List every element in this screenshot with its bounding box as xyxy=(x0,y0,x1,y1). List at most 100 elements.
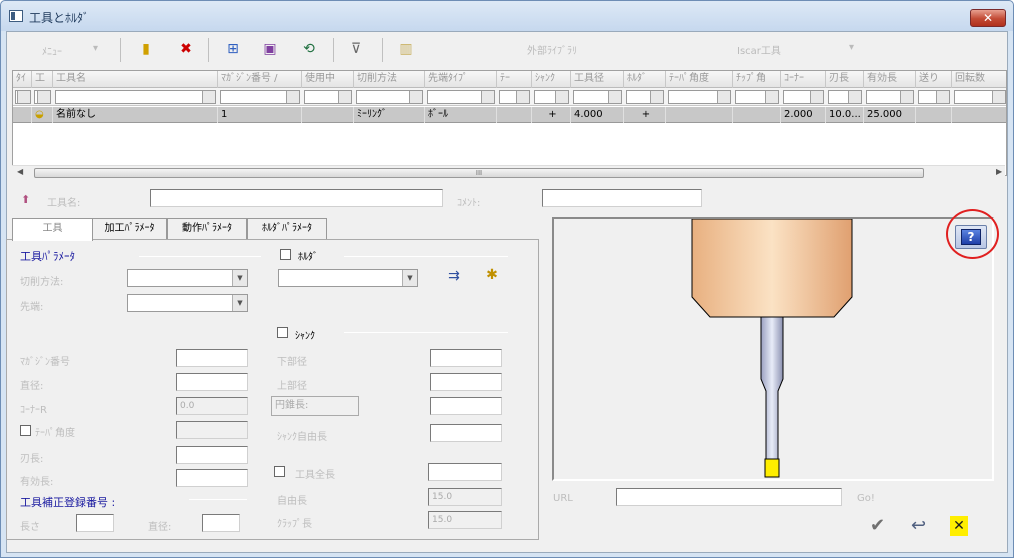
blade-input[interactable] xyxy=(176,446,248,464)
tip-select[interactable]: ▼ xyxy=(127,294,248,312)
corner-input[interactable]: 0.0 xyxy=(176,397,248,415)
tab-tool[interactable]: 工具 xyxy=(12,218,93,241)
taper-checkbox[interactable] xyxy=(20,425,31,436)
col-tip-type[interactable]: 先端ﾀｲﾌﾟ xyxy=(425,71,497,88)
col-chip-angle[interactable]: ﾁｯﾌﾟ角 xyxy=(733,71,781,88)
col-feed[interactable]: 送り xyxy=(916,71,952,88)
table-row[interactable]: ◒ 名前なし 1 ﾐｰﾘﾝｸﾞ ﾎﾞｰﾙ + 4.000 + 2.000 10.… xyxy=(13,107,1006,123)
filter-cell[interactable] xyxy=(866,90,914,104)
col-diameter[interactable]: 工具径 xyxy=(571,71,624,88)
paint-tool-icon[interactable]: ▣ xyxy=(261,40,279,58)
tab-machining-params[interactable]: 加工ﾊﾟﾗﾒｰﾀ xyxy=(92,218,167,240)
filter-cell[interactable] xyxy=(55,90,216,104)
tab-motion-params[interactable]: 動作ﾊﾟﾗﾒｰﾀ xyxy=(167,218,247,240)
col-effective[interactable]: 有効長 xyxy=(864,71,916,88)
col-tool-name[interactable]: 工具名 xyxy=(53,71,218,88)
filter-cell[interactable] xyxy=(626,90,664,104)
col-holder[interactable]: ﾎﾙﾀﾞ xyxy=(624,71,666,88)
lower-diameter-input[interactable] xyxy=(430,349,502,367)
scroll-thumb[interactable]: III xyxy=(34,168,924,178)
tab-holder-params[interactable]: ﾎﾙﾀﾞﾊﾟﾗﾒｰﾀ xyxy=(247,218,327,240)
filter-cell[interactable] xyxy=(828,90,862,104)
filter-clear-icon[interactable]: ⊽ xyxy=(347,40,365,58)
filter-cell[interactable] xyxy=(783,90,824,104)
shank-free-length-input[interactable] xyxy=(430,424,502,442)
total-length-checkbox[interactable] xyxy=(274,466,285,477)
delete-tool-icon[interactable]: ✖ xyxy=(177,40,195,58)
app-icon xyxy=(9,10,23,22)
tool-drawing xyxy=(691,218,853,478)
scroll-left-icon[interactable]: ◀ xyxy=(17,167,23,176)
upper-diameter-input[interactable] xyxy=(430,373,502,391)
comment-input[interactable] xyxy=(542,189,702,207)
filter-cell[interactable] xyxy=(220,90,300,104)
horizontal-scrollbar[interactable]: ◀ III ▶ xyxy=(12,165,1005,179)
filter-cell[interactable] xyxy=(427,90,495,104)
back-button[interactable]: ↩ xyxy=(911,516,926,536)
url-input[interactable] xyxy=(616,488,842,506)
filter-cell[interactable] xyxy=(668,90,731,104)
col-blade[interactable]: 刃長 xyxy=(826,71,864,88)
filter-cell[interactable] xyxy=(534,90,569,104)
filter-cell[interactable] xyxy=(15,90,31,104)
col-rpm[interactable]: 回転数 xyxy=(952,71,1006,88)
tool-holder-window: 工具とﾎﾙﾀﾞ ✕ ﾒﾆｭｰ ▾ ▮ ✖ ⊞ ▣ ⟲ ⊽ ▥ 外部ﾗｲﾌﾞﾗﾘ … xyxy=(0,0,1014,558)
filter-cell[interactable] xyxy=(34,90,51,104)
free-length-label: 自由長 xyxy=(277,496,307,507)
external-library-button[interactable]: 外部ﾗｲﾌﾞﾗﾘ xyxy=(527,42,577,57)
tool-params-title: 工具ﾊﾟﾗﾒｰﾀ xyxy=(20,250,75,263)
go-button[interactable]: Go! xyxy=(857,493,875,504)
diameter-offset-input[interactable] xyxy=(202,514,240,532)
holder-add-icon[interactable]: ⇉ xyxy=(445,267,463,285)
tool-table: ﾀｲ 工 工具名 ﾏｶﾞｼﾞﾝ番号 / 使用中 切削方法 先端ﾀｲﾌﾟ ﾃｰ ｼ… xyxy=(12,70,1007,176)
scroll-right-icon[interactable]: ▶ xyxy=(996,167,1002,176)
filter-cell[interactable] xyxy=(954,90,1006,104)
col-shank[interactable]: ｼｬﾝｸ xyxy=(532,71,571,88)
chevron-down-icon[interactable]: ▼ xyxy=(402,270,417,286)
cut-method-select[interactable]: ▼ xyxy=(127,269,248,287)
chevron-down-icon[interactable]: ▾ xyxy=(849,42,854,53)
holder-select[interactable]: ▼ xyxy=(278,269,418,287)
diameter-input[interactable] xyxy=(176,373,248,391)
divider xyxy=(344,256,508,257)
ok-button[interactable]: ✔ xyxy=(870,516,885,536)
free-length-input[interactable]: 15.0 xyxy=(428,488,502,506)
clamp-length-label: ｸﾗｯﾌﾟ長 xyxy=(277,519,312,530)
rotate-tool-icon[interactable]: ⟲ xyxy=(300,40,318,58)
clamp-length-input[interactable]: 15.0 xyxy=(428,511,502,529)
cancel-button[interactable]: ✕ xyxy=(950,516,968,536)
close-button[interactable]: ✕ xyxy=(970,9,1006,27)
tool-name-input[interactable] xyxy=(150,189,443,207)
filter-cell[interactable] xyxy=(304,90,352,104)
chevron-down-icon[interactable]: ▼ xyxy=(232,295,247,311)
col-in-use[interactable]: 使用中 xyxy=(302,71,354,88)
col-tool[interactable]: 工 xyxy=(32,71,53,88)
filter-cell[interactable] xyxy=(918,90,950,104)
new-tool-icon[interactable]: ▮ xyxy=(137,40,155,58)
filter-cell[interactable] xyxy=(573,90,622,104)
menu-button[interactable]: ﾒﾆｭｰ xyxy=(42,43,62,58)
total-length-input[interactable] xyxy=(428,463,502,481)
effective-input[interactable] xyxy=(176,469,248,487)
col-taper[interactable]: ﾃｰ xyxy=(497,71,532,88)
iscar-tools-button[interactable]: Iscar工具 xyxy=(737,42,781,57)
filter-cell[interactable] xyxy=(356,90,423,104)
holder-edit-icon[interactable]: ✱ xyxy=(483,266,501,284)
filter-cell[interactable] xyxy=(735,90,779,104)
col-corner[interactable]: ｺｰﾅｰ xyxy=(781,71,826,88)
col-magazine[interactable]: ﾏｶﾞｼﾞﾝ番号 / xyxy=(218,71,302,88)
cone-length-button[interactable]: 円錐長: xyxy=(271,396,359,416)
chevron-down-icon[interactable]: ▾ xyxy=(93,43,98,54)
col-cut-method[interactable]: 切削方法 xyxy=(354,71,425,88)
shank-checkbox[interactable] xyxy=(277,327,288,338)
cone-length-input[interactable] xyxy=(430,397,502,415)
holder-checkbox[interactable] xyxy=(280,249,291,260)
taper-input[interactable] xyxy=(176,421,248,439)
add-holder-icon[interactable]: ⊞ xyxy=(224,40,242,58)
magazine-input[interactable] xyxy=(176,349,248,367)
filter-cell[interactable] xyxy=(499,90,530,104)
col-taper-angle[interactable]: ﾃｰﾊﾟ角度 xyxy=(666,71,733,88)
length-offset-input[interactable] xyxy=(76,514,114,532)
chevron-down-icon[interactable]: ▼ xyxy=(232,270,247,286)
col-type[interactable]: ﾀｲ xyxy=(13,71,32,88)
